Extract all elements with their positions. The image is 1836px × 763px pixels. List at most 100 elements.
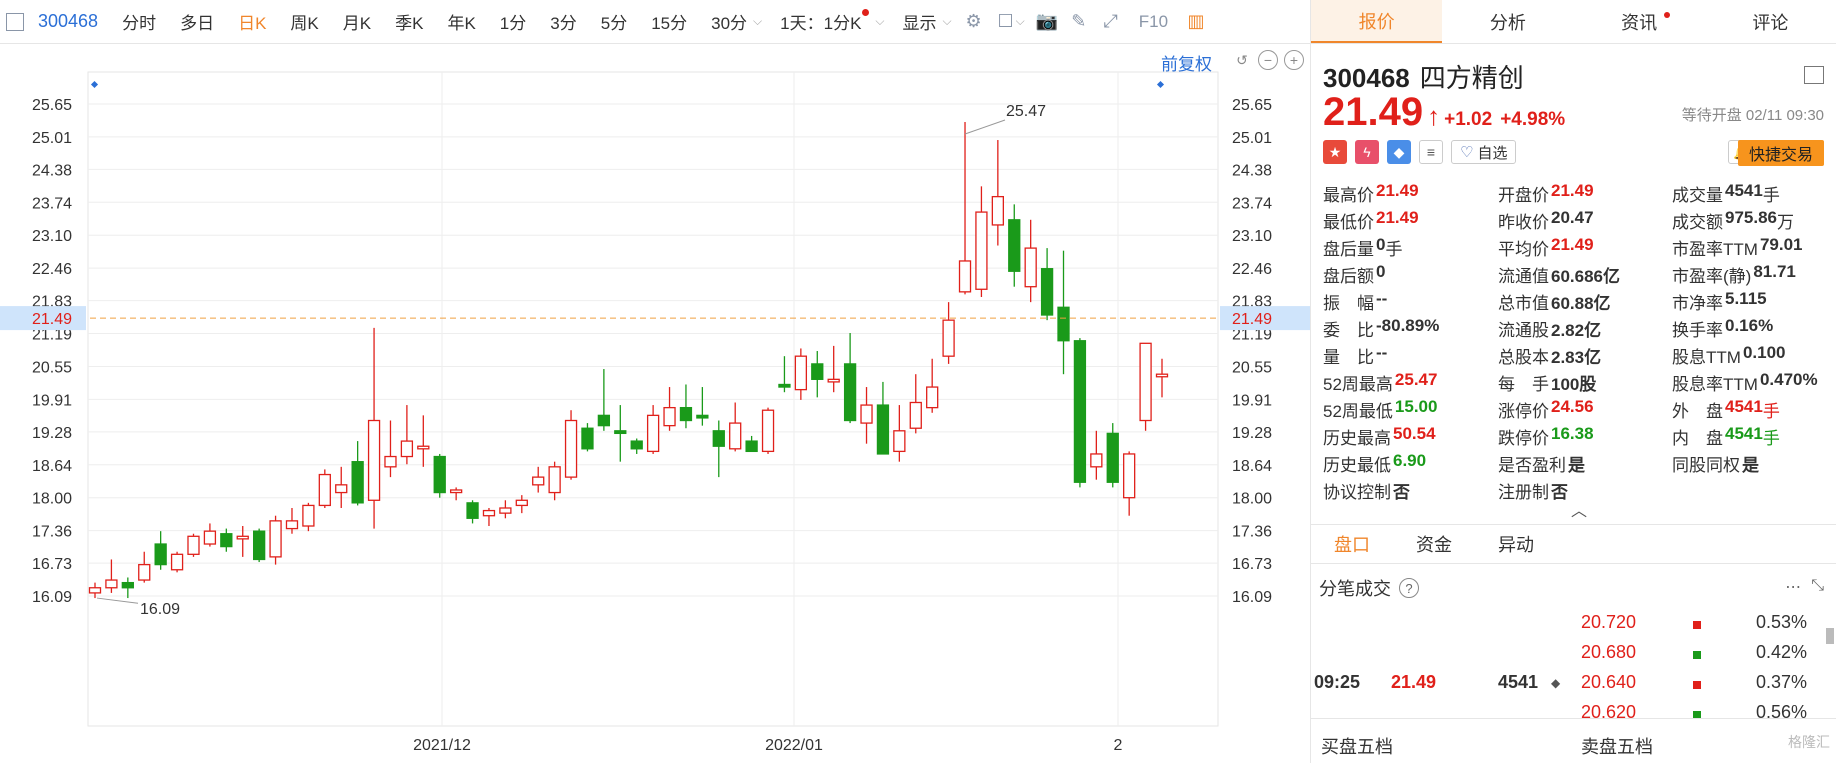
f10-button[interactable]: F10 <box>1127 12 1180 32</box>
quote-label: 成交量 <box>1672 186 1723 205</box>
quote-row: 委 比 -80.89% 流通股 2.82亿 换手率 0.16% <box>1323 315 1833 342</box>
quote-value: 50.54 <box>1393 424 1436 443</box>
quote-value: 否 <box>1551 483 1568 502</box>
display-menu[interactable]: 显示 <box>891 9 949 34</box>
tab-pinglun[interactable]: 评论 <box>1705 0 1836 43</box>
stock-code-link[interactable]: 300468 <box>38 11 98 32</box>
chevron-down-icon[interactable]: ⌵ <box>943 14 952 29</box>
trade-price: 20.640 <box>1581 672 1637 692</box>
tab-zhouk[interactable]: 周K <box>278 9 330 34</box>
zoom-out-icon[interactable]: − <box>1258 50 1278 70</box>
expand-icon[interactable]: ⤡ <box>1811 577 1824 597</box>
candle-body <box>893 430 906 453</box>
note-icon[interactable]: ≡ <box>1419 140 1443 164</box>
tab-pankou[interactable]: 盘口 <box>1311 531 1393 557</box>
fuquan-button[interactable]: 前复权 <box>1161 50 1212 75</box>
period-label: 1天：1分K <box>780 14 862 33</box>
candle-body <box>663 406 676 427</box>
candle-body <box>499 507 512 514</box>
tab-niank[interactable]: 年K <box>435 9 487 34</box>
candle-body <box>1024 247 1037 288</box>
sidebar-toggle-icon[interactable] <box>6 12 24 31</box>
y-tick-left: 20.55 <box>32 359 72 376</box>
chevron-down-icon[interactable]: ⌵ <box>753 14 762 29</box>
quote-label: 历史最低 <box>1323 456 1391 475</box>
scrollbar[interactable] <box>1826 628 1834 644</box>
market-status: 等待开盘 02/11 09:30 <box>1681 107 1824 124</box>
china-flag-icon[interactable]: ★ <box>1323 140 1347 164</box>
quote-unit: 手 <box>1762 429 1780 448</box>
y-tick-right: 19.28 <box>1232 425 1272 442</box>
tab-3min[interactable]: 3分 <box>538 9 588 34</box>
help-icon[interactable]: ? <box>1399 578 1419 598</box>
tab-15min[interactable]: 15分 <box>639 9 699 34</box>
trade-marker <box>1693 651 1701 659</box>
candle-body <box>909 401 922 429</box>
candle-body <box>417 445 430 450</box>
add-watchlist-button[interactable]: ♡ 自选 <box>1451 140 1517 164</box>
tab-rik[interactable]: 日K <box>226 9 278 34</box>
chevron-down-icon[interactable]: ⌵ <box>875 14 884 29</box>
candle-body <box>564 419 578 478</box>
tab-yidong[interactable]: 异动 <box>1475 531 1557 557</box>
buy-five-label[interactable]: 买盘五档 <box>1321 733 1393 759</box>
panel-toggle-icon[interactable]: ▥ <box>1180 6 1212 38</box>
zoom-in-icon[interactable]: + <box>1284 50 1304 70</box>
kline-chart[interactable]: 25.65 25.65 25.01 25.01 24.38 24.38 23.74 23.74… <box>0 44 1310 763</box>
quote-value: 0.470% <box>1759 370 1818 389</box>
candle-body <box>991 195 1004 226</box>
period-select[interactable]: 1天：1分K <box>768 9 881 34</box>
diamond-icon: ◆ <box>1551 676 1561 690</box>
y-tick-left: 16.73 <box>32 556 72 573</box>
quote-cell: 平均价 21.49 <box>1498 235 1672 260</box>
tab-fenshi[interactable]: 分时 <box>110 9 168 34</box>
kline-chart-area[interactable]: 25.65 25.65 25.01 25.01 24.38 24.38 23.74 23.74… <box>0 44 1310 763</box>
gear-icon[interactable]: ⚙ <box>958 6 990 38</box>
quote-row: 量 比 -- 总股本 2.83亿 股息TTM 0.100 <box>1323 342 1833 369</box>
tag-icon[interactable]: ◆ <box>1387 140 1411 164</box>
current-price-label-right: 21.49 <box>1232 311 1272 328</box>
quote-value: 60.88亿 <box>1551 294 1611 313</box>
tab-fenxi[interactable]: 分析 <box>1442 0 1573 43</box>
candle-body <box>745 440 758 453</box>
candle-body <box>236 535 249 540</box>
sell-five-label[interactable]: 卖盘五档 <box>1581 733 1653 759</box>
tab-30min[interactable]: 30分 <box>699 9 759 34</box>
tab-zixun[interactable]: 资讯 <box>1574 0 1705 43</box>
more-icon[interactable]: ⋯ <box>1785 577 1801 597</box>
quote-value: 是 <box>1568 456 1585 475</box>
tab-jik[interactable]: 季K <box>383 9 435 34</box>
y-tick-left: 19.91 <box>32 392 72 409</box>
reset-icon[interactable]: ↺ <box>1232 50 1252 70</box>
quote-cell: 委 比 -80.89% <box>1323 316 1498 341</box>
fullscreen-icon[interactable]: ⤢ <box>1095 6 1127 38</box>
tab-1min[interactable]: 1分 <box>488 9 538 34</box>
candle-body <box>1090 453 1103 468</box>
chevron-up-icon[interactable]: ︿ <box>1571 497 1587 521</box>
y-tick-right: 24.38 <box>1232 162 1272 179</box>
quick-trade-button[interactable]: 快捷交易 <box>1738 140 1824 166</box>
y-tick-right: 23.74 <box>1232 195 1272 212</box>
tab-baojia[interactable]: 报价 <box>1311 0 1443 43</box>
lightning-icon[interactable]: ϟ <box>1355 140 1379 164</box>
quote-value: -- <box>1376 289 1388 308</box>
quote-cell: 开盘价 21.49 <box>1498 181 1672 206</box>
min-price-annotation: 16.09 <box>140 601 180 618</box>
tab-duori[interactable]: 多日 <box>168 9 226 34</box>
chevron-down-icon[interactable]: ⌵ <box>1016 14 1025 29</box>
app-window: 300468 分时 多日 日K 周K 月K 季K 年K 1分 3分 5分 15分… <box>0 0 1836 763</box>
quote-row: 历史最高 50.54 跌停价 16.38 内 盘 4541 手 <box>1323 423 1833 450</box>
tab-5min[interactable]: 5分 <box>589 9 639 34</box>
quote-panel: 报价 分析 资讯 评论 300468 四方精创 21.49 ↑ +1.02 +4.… <box>1310 0 1836 763</box>
stock-name: 四方精创 <box>1419 63 1524 93</box>
candle-body <box>614 430 627 435</box>
quote-cell: 历史最高 50.54 <box>1323 424 1498 449</box>
camera-icon[interactable]: 📷 <box>1031 6 1063 38</box>
tab-zijin[interactable]: 资金 <box>1393 531 1475 557</box>
layout-icon[interactable] <box>1804 66 1824 84</box>
pen-icon[interactable]: ✎ <box>1063 6 1095 38</box>
quote-value: 81.71 <box>1753 262 1796 281</box>
tab-yuek[interactable]: 月K <box>331 9 383 34</box>
y-tick-left: 23.10 <box>32 228 72 245</box>
quote-label: 市盈率TTM <box>1672 240 1758 259</box>
